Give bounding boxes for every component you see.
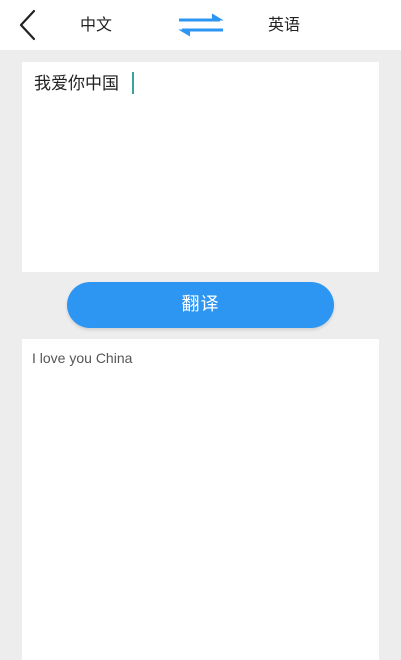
- back-button[interactable]: [14, 8, 42, 42]
- top-bar: 中文 英语: [0, 0, 401, 50]
- source-text-input[interactable]: [22, 62, 379, 272]
- chevron-left-icon: [19, 9, 36, 41]
- translator-screen: 中文 英语 翻译 I love you China: [0, 0, 401, 660]
- target-language-selector[interactable]: 英语: [254, 13, 314, 37]
- swap-arrows-icon: [178, 13, 224, 37]
- source-language-selector[interactable]: 中文: [66, 13, 126, 37]
- text-caret: [132, 72, 134, 94]
- translate-button[interactable]: 翻译: [67, 282, 334, 328]
- source-text-panel: [22, 62, 379, 272]
- swap-languages-button[interactable]: [176, 13, 226, 37]
- translation-result-panel: I love you China: [22, 339, 379, 660]
- translation-result-text: I love you China: [32, 350, 133, 366]
